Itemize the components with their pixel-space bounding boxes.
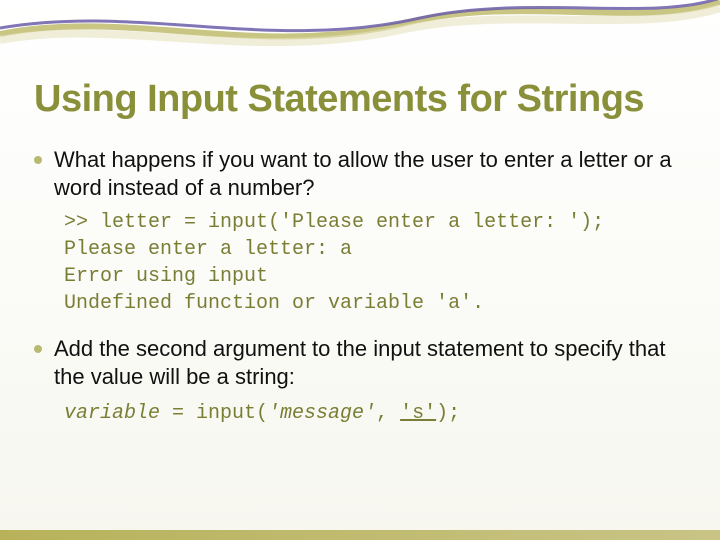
code-block: >> letter = input('Please enter a letter… xyxy=(64,209,686,317)
bullet-item: Add the second argument to the input sta… xyxy=(34,335,686,390)
syntax-variable: variable xyxy=(64,402,160,425)
code-line: >> letter = input('Please enter a letter… xyxy=(64,211,604,234)
slide-body: What happens if you want to allow the us… xyxy=(34,146,686,427)
footer-bar xyxy=(0,530,720,540)
decorative-swoosh xyxy=(0,0,720,70)
syntax-line: variable = input('message', 's'); xyxy=(64,400,686,427)
bullet-text: Add the second argument to the input sta… xyxy=(54,335,686,390)
bullet-dot-icon xyxy=(34,345,42,353)
syntax-message-arg: 'message' xyxy=(268,402,376,425)
syntax-close: ); xyxy=(436,402,460,425)
syntax-string-flag: 's' xyxy=(400,402,436,425)
slide-title: Using Input Statements for Strings xyxy=(34,78,686,121)
syntax-eq-input: = input( xyxy=(160,402,268,425)
bullet-dot-icon xyxy=(34,156,42,164)
bullet-item: What happens if you want to allow the us… xyxy=(34,146,686,201)
code-line: Please enter a letter: a xyxy=(64,238,352,261)
code-line: Error using input xyxy=(64,265,268,288)
code-line: Undefined function or variable 'a'. xyxy=(64,292,484,315)
bullet-text: What happens if you want to allow the us… xyxy=(54,146,686,201)
slide: Using Input Statements for Strings What … xyxy=(0,0,720,540)
syntax-comma: , xyxy=(376,402,400,425)
